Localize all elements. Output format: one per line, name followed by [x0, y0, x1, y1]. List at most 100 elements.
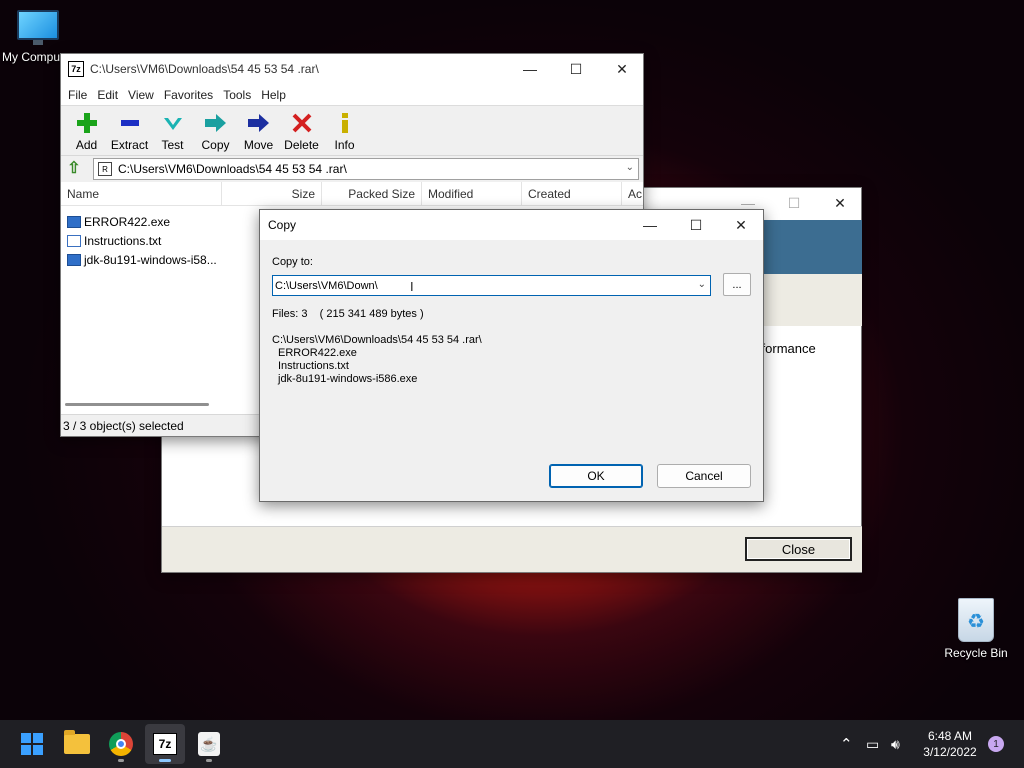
menu-view[interactable]: View [123, 88, 159, 102]
column-header: Name Size Packed Size Modified Created A… [61, 181, 643, 206]
desktop-icon-recycle-bin[interactable]: ♻ Recycle Bin [940, 598, 1012, 660]
close-window-button[interactable]: ✕ [817, 188, 863, 218]
file-name: ERROR422.exe [84, 214, 171, 229]
clock-date: 3/12/2022 [923, 745, 977, 759]
volume-icon[interactable]: 🔊︎ [891, 720, 900, 768]
copy-dialog: Copy — ☐ ✕ Copy to: C:\Users\VM6\Down\ I… [259, 209, 764, 502]
clock-time: 6:48 AM [927, 729, 973, 743]
7zip-titlebar: 7z C:\Users\VM6\Downloads\54 45 53 54 .r… [61, 54, 643, 84]
plus-icon [76, 111, 98, 135]
menu-help[interactable]: Help [256, 88, 291, 102]
delete-label: Delete [284, 138, 319, 152]
window-footer: Close [162, 526, 862, 572]
source-file: Instructions.txt [278, 360, 349, 372]
source-path: C:\Users\VM6\Downloads\54 45 53 54 .rar\ [272, 334, 482, 346]
chrome-icon [109, 732, 133, 756]
close-button[interactable]: Close [745, 537, 852, 561]
start-button[interactable] [12, 724, 52, 764]
maximize-button[interactable]: ☐ [553, 54, 599, 84]
exe-file-icon [67, 215, 81, 228]
delete-button[interactable]: Delete [280, 107, 323, 155]
header-subpanel [762, 274, 862, 326]
check-icon [162, 111, 184, 135]
copy-label: Copy [201, 138, 230, 152]
recycle-bin-label: Recycle Bin [944, 646, 1008, 660]
up-folder-icon[interactable]: ⇧ [65, 160, 83, 178]
dialog-title: Copy [268, 218, 297, 232]
files-info: Files: 3 ( 215 341 489 bytes ) [272, 308, 424, 320]
x-icon [291, 111, 313, 135]
minimize-button[interactable]: — [627, 210, 673, 240]
maximize-button[interactable]: ☐ [673, 210, 719, 240]
taskbar-clock[interactable]: 6:48 AM 3/12/2022 [918, 728, 982, 760]
column-packed-size[interactable]: Packed Size [322, 181, 422, 206]
header-banner [762, 220, 862, 274]
network-icon[interactable]: ▭ [866, 720, 879, 768]
copy-dialog-titlebar: Copy — ☐ ✕ [260, 210, 763, 240]
text-file-icon [67, 234, 81, 247]
monitor-icon [17, 10, 59, 45]
copy-button[interactable]: Copy [194, 107, 237, 155]
column-size[interactable]: Size [222, 181, 322, 206]
move-button[interactable]: Move [237, 107, 280, 155]
menu-bar: File Edit View Favorites Tools Help [61, 84, 643, 106]
notification-badge[interactable]: 1 [988, 736, 1004, 752]
ok-button[interactable]: OK [549, 464, 643, 488]
test-label: Test [161, 138, 184, 152]
taskbar: 7z ☕ ⌃ ▭ 🔊︎ 6:48 AM 3/12/2022 1 [0, 720, 1024, 768]
close-window-button[interactable]: ✕ [599, 54, 645, 84]
file-explorer-icon [64, 730, 90, 754]
extract-label: Extract [110, 138, 149, 152]
info-label: Info [334, 138, 355, 152]
info-button[interactable]: Info [323, 107, 366, 155]
column-modified[interactable]: Modified [422, 181, 522, 206]
move-label: Move [243, 138, 274, 152]
destination-path-input[interactable]: C:\Users\VM6\Down\ I ⌄ [272, 275, 711, 296]
browse-button[interactable]: ... [723, 273, 751, 296]
menu-file[interactable]: File [63, 88, 92, 102]
arrow-right-icon [247, 111, 271, 135]
show-hidden-icons-chevron-up-icon[interactable]: ⌃ [840, 720, 853, 768]
taskbar-file-explorer[interactable] [57, 724, 97, 764]
add-button[interactable]: Add [65, 107, 108, 155]
menu-favorites[interactable]: Favorites [159, 88, 218, 102]
taskbar-7zip[interactable]: 7z [145, 724, 185, 764]
destination-path-text: C:\Users\VM6\Down\ [275, 279, 378, 292]
exe-file-icon [67, 253, 81, 266]
source-file: ERROR422.exe [278, 347, 357, 359]
source-file: jdk-8u191-windows-i586.exe [278, 373, 418, 385]
copy-to-label: Copy to: [272, 256, 313, 268]
info-icon [334, 111, 356, 135]
chevron-down-icon[interactable]: ⌄ [698, 279, 706, 290]
start-icon [21, 733, 43, 755]
close-window-button[interactable]: ✕ [718, 210, 764, 240]
column-accessed[interactable]: Ac [622, 182, 643, 206]
double-arrow-icon [204, 111, 228, 135]
maximize-button[interactable]: ☐ [771, 188, 817, 218]
minus-icon [119, 111, 141, 135]
horizontal-scrollbar[interactable] [65, 403, 209, 406]
add-label: Add [75, 138, 98, 152]
column-name[interactable]: Name [61, 181, 222, 206]
menu-edit[interactable]: Edit [92, 88, 123, 102]
extract-button[interactable]: Extract [108, 107, 151, 155]
file-name: jdk-8u191-windows-i58... [84, 252, 217, 267]
java-icon: ☕ [198, 732, 220, 756]
text-cursor-icon: I [410, 279, 414, 294]
archive-icon: R [98, 162, 112, 176]
taskbar-chrome[interactable] [101, 724, 141, 764]
column-created[interactable]: Created [522, 181, 622, 206]
toolbar: Add Extract Test Copy Move Delete Info [61, 106, 643, 156]
chevron-down-icon[interactable]: ⌄ [626, 162, 634, 173]
window-title: C:\Users\VM6\Downloads\54 45 53 54 .rar\ [90, 62, 319, 76]
status-text: 3 / 3 object(s) selected [63, 418, 184, 433]
minimize-button[interactable]: — [507, 54, 553, 84]
menu-tools[interactable]: Tools [218, 88, 256, 102]
taskbar-java[interactable]: ☕ [189, 724, 229, 764]
test-button[interactable]: Test [151, 107, 194, 155]
address-combo[interactable]: R C:\Users\VM6\Downloads\54 45 53 54 .ra… [93, 158, 639, 180]
file-name: Instructions.txt [84, 233, 162, 248]
cancel-button[interactable]: Cancel [657, 464, 751, 488]
recycle-bin-icon: ♻ [958, 598, 994, 642]
address-text: C:\Users\VM6\Downloads\54 45 53 54 .rar\ [118, 162, 347, 176]
